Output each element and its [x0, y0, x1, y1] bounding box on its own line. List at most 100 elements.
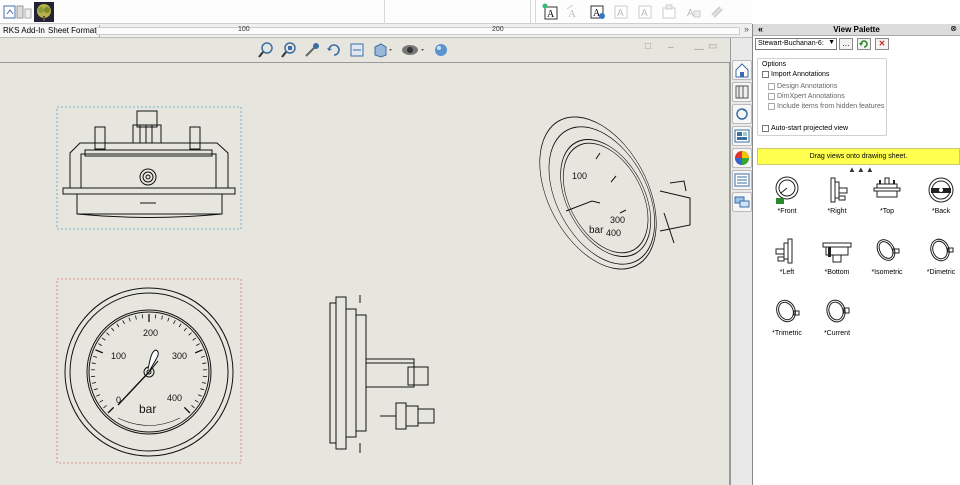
view-item-left[interactable]: *Left — [763, 235, 811, 291]
solidworks-resources-tab[interactable] — [732, 60, 752, 80]
gauge-tick — [183, 406, 191, 414]
svg-text:A: A — [687, 8, 694, 19]
gauge-tick — [191, 405, 195, 409]
surface-finish-button[interactable]: A — [611, 2, 631, 22]
view-item-isometric[interactable]: *Isometric — [863, 235, 911, 291]
gauge-tick — [200, 355, 205, 358]
view-palette-tab[interactable] — [732, 126, 752, 146]
checkbox[interactable] — [768, 83, 775, 90]
document-select[interactable]: Stewart-Buchanan-6: ▼ — [755, 38, 837, 50]
gauge-tick — [111, 327, 115, 332]
checkbox[interactable] — [762, 125, 769, 132]
view-orientation-button[interactable] — [372, 42, 392, 58]
checkbox[interactable] — [768, 93, 775, 100]
view-item-trimetric[interactable]: *Trimetric — [763, 296, 811, 352]
datum-icon — [662, 4, 676, 19]
drawing-view-isometric[interactable]: 100 300 400 bar — [516, 97, 691, 288]
gauge-back-icon — [928, 177, 954, 203]
refresh-button[interactable] — [857, 38, 871, 50]
rotate-button[interactable] — [326, 42, 344, 58]
view-item-front[interactable]: *Front — [763, 174, 811, 230]
gauge-tick — [183, 327, 187, 332]
forum-tab[interactable] — [732, 192, 752, 212]
zoom-to-fit-button[interactable] — [258, 42, 276, 58]
iso-label-100: 100 — [572, 171, 587, 181]
splitter-handle[interactable]: ▲▲▲ — [848, 165, 875, 174]
gauge-label-400: 400 — [167, 393, 182, 403]
toolbar-button-3[interactable] — [34, 2, 54, 22]
gauge-unit-label: bar — [139, 402, 156, 416]
auto-start-projected-option[interactable]: Auto-start projected view — [762, 125, 848, 132]
view-item-label: *Trimetric — [772, 330, 802, 337]
view-palette-pane: « View Palette ⊗ Stewart-Buchanan-6: ▼ …… — [752, 24, 960, 485]
svg-text:A: A — [568, 8, 576, 20]
section-view-button[interactable] — [349, 42, 367, 58]
drawing-sheet[interactable]: 200 100 300 0 400 bar 100 300 400 bar — [0, 62, 730, 485]
view-item-current[interactable]: *Current — [813, 296, 861, 352]
checkbox[interactable] — [768, 103, 775, 110]
hole-callout-button[interactable]: A — [683, 2, 703, 22]
view-item-back[interactable]: *Back — [917, 174, 960, 230]
zoom-area-button[interactable] — [281, 42, 299, 58]
hidden-features-option[interactable]: Include items from hidden features — [768, 103, 884, 110]
design-annotations-option[interactable]: Design Annotations — [768, 83, 837, 90]
tab-sheet-format[interactable]: Sheet Format — [45, 25, 101, 37]
drag-views-banner: Drag views onto drawing sheet. — [757, 148, 960, 165]
pane-expand-icon[interactable]: » — [744, 24, 749, 34]
custom-properties-tab[interactable] — [732, 170, 752, 190]
toolbar-separator — [384, 0, 385, 24]
gauge-tick — [122, 320, 125, 325]
pin-icon[interactable]: ⊗ — [950, 24, 957, 33]
drawing-view-right[interactable] — [329, 295, 435, 453]
appearances-tab[interactable] — [732, 148, 752, 168]
gauge-tick — [197, 394, 202, 397]
view-item-right[interactable]: *Right — [813, 174, 861, 230]
view-item-bottom[interactable]: *Bottom — [813, 235, 861, 291]
display-style-button[interactable] — [400, 42, 424, 58]
view-item-label: *Left — [779, 269, 795, 276]
clear-all-button[interactable]: ✕ — [875, 38, 889, 50]
gauge-tick — [128, 317, 131, 322]
weld-symbol-button[interactable]: A — [635, 2, 655, 22]
design-library-tab[interactable] — [732, 82, 752, 102]
view-item-label: *Isometric — [871, 269, 903, 276]
option-label: Auto-start projected view — [771, 125, 849, 132]
restore-icon[interactable]: ▭ — [708, 41, 717, 52]
dimxpert-annotations-option[interactable]: DimXpert Annotations — [768, 93, 845, 100]
gauge-right-icon — [830, 177, 848, 203]
drawing-view-front[interactable]: 200 100 300 0 400 bar — [56, 278, 242, 464]
gauge-tick — [96, 394, 101, 397]
balloon-button[interactable]: A — [564, 2, 584, 22]
home-icon — [735, 63, 749, 78]
toolbar-button-2[interactable] — [14, 2, 34, 22]
file-explorer-tab[interactable] — [732, 104, 752, 124]
gauge-tick — [101, 337, 106, 341]
tile-icon[interactable]: □ — [645, 41, 651, 52]
browse-button[interactable]: … — [839, 38, 853, 50]
document-row: Stewart-Buchanan-6: ▼ … ✕ — [753, 36, 960, 52]
gauge-tick — [106, 332, 110, 336]
gauge-tick — [135, 315, 137, 320]
auto-balloon-button[interactable]: A — [587, 2, 607, 22]
surface-finish-icon: A — [614, 5, 628, 19]
gauge-tick — [201, 382, 206, 384]
collapse-icon[interactable]: – — [668, 42, 674, 53]
note-button[interactable]: A — [541, 2, 561, 22]
appearance-button[interactable] — [433, 42, 451, 58]
drawing-view-top[interactable] — [56, 106, 242, 230]
iso-label-400: 400 — [606, 228, 621, 238]
checkbox[interactable] — [762, 71, 769, 78]
gauge-label-0: 0 — [116, 395, 121, 405]
import-annotations-option[interactable]: Import Annotations — [762, 71, 829, 78]
gauge-label-200: 200 — [143, 328, 158, 338]
previous-view-button[interactable] — [304, 42, 322, 58]
drawing-views: 200 100 300 0 400 bar 100 300 400 bar — [56, 97, 691, 464]
custom-properties-icon — [734, 173, 750, 187]
minimize-icon[interactable]: — — [694, 44, 704, 55]
options-group: Options Import Annotations Design Annota… — [757, 58, 887, 136]
view-item-top[interactable]: *Top — [863, 174, 911, 230]
view-item-dimetric[interactable]: *Dimetric — [917, 235, 960, 291]
gauge-tick — [99, 399, 104, 403]
link-button[interactable] — [707, 2, 727, 22]
datum-button[interactable] — [659, 2, 679, 22]
